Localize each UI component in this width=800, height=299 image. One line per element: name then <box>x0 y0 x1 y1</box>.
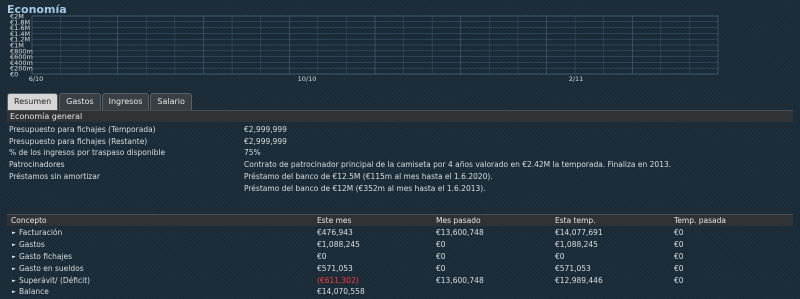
row-concept: Gasto en sueldos <box>19 264 84 273</box>
row-concept: Balance <box>19 287 49 296</box>
general-value-loan-2: Préstamo del banco de €12M (€352m al mes… <box>244 184 486 193</box>
chart-x-tick-label: 6/10 <box>29 75 44 83</box>
economy-chart: €2M€1.8M€1.6M€1.4M€1.2M€1M€800m€600m€400… <box>10 14 719 83</box>
table-row-facturacion[interactable]: ► Facturación €476,943 €13,600,748 €14,0… <box>7 227 793 238</box>
row-mes-pasado: €0 <box>436 240 446 249</box>
row-temp-pasada: €0 <box>674 264 684 273</box>
row-este-mes: €476,943 <box>317 228 353 237</box>
table-row-gastos[interactable]: ► Gastos €1,088,245 €0 €1,088,245 €0 <box>7 239 793 250</box>
row-esta-temp: €12,989,446 <box>555 276 603 285</box>
table-row-gasto-fichajes[interactable]: ► Gasto fichajes €0 €0 €0 €0 <box>7 251 793 262</box>
tab-gastos[interactable]: Gastos <box>59 93 101 110</box>
row-este-mes-negative: (€611,302) <box>317 276 359 285</box>
row-mes-pasado: €13,600,748 <box>436 228 484 237</box>
expand-arrow-icon[interactable]: ► <box>12 266 16 272</box>
general-label-transfer-percent: % de los ingresos por traspaso disponibl… <box>9 148 166 157</box>
row-mes-pasado: €0 <box>436 252 446 261</box>
finance-table-header: Concepto Este mes Mes pasado Esta temp. … <box>7 214 793 226</box>
row-concept: Superávit/ (Déficit) <box>19 276 91 285</box>
expand-arrow-icon[interactable]: ► <box>12 254 16 260</box>
tab-resumen[interactable]: Resumen <box>7 93 59 110</box>
table-row-balance[interactable]: ► Balance €14,070,558 <box>7 286 793 297</box>
row-concept: Gasto fichajes <box>19 252 73 261</box>
chart-y-tick-label: €0 <box>10 71 18 79</box>
general-label-budget-season: Presupuesto para fichajes (Temporada) <box>9 125 156 134</box>
row-este-mes: €571,053 <box>317 264 353 273</box>
expand-arrow-icon[interactable]: ► <box>12 230 16 236</box>
col-header-este-mes[interactable]: Este mes <box>317 216 351 225</box>
tab-bar: Resumen Gastos Ingresos Salario <box>7 93 192 110</box>
row-esta-temp: €571,053 <box>555 264 591 273</box>
row-temp-pasada: €0 <box>674 252 684 261</box>
row-este-mes: €0 <box>317 252 327 261</box>
general-value-transfer-percent: 75% <box>244 148 261 157</box>
tab-ingresos[interactable]: Ingresos <box>101 93 150 110</box>
row-este-mes: €14,070,558 <box>317 287 365 296</box>
general-section-header: Economía general <box>7 110 793 122</box>
row-este-mes: €1,088,245 <box>317 240 360 249</box>
col-header-mes-pasado[interactable]: Mes pasado <box>436 216 481 225</box>
row-mes-pasado: €13,600,748 <box>436 276 484 285</box>
col-header-temp-pasada[interactable]: Temp. pasada <box>674 216 726 225</box>
general-value-sponsors: Contrato de patrocinador principal de la… <box>244 160 672 169</box>
row-esta-temp: €0 <box>555 252 565 261</box>
row-mes-pasado: €0 <box>436 264 446 273</box>
general-value-budget-remaining: €2,999,999 <box>244 137 287 146</box>
table-row-superavit[interactable]: ► Superávit/ (Déficit) (€611,302) €13,60… <box>7 275 793 286</box>
expand-arrow-icon[interactable]: ► <box>12 289 16 295</box>
general-label-loans: Préstamos sin amortizar <box>9 172 100 181</box>
general-label-sponsors: Patrocinadores <box>9 160 65 169</box>
row-esta-temp: €14,077,691 <box>555 228 603 237</box>
general-label-budget-remaining: Presupuesto para fichajes (Restante) <box>9 137 148 146</box>
row-concept: Facturación <box>19 228 63 237</box>
expand-arrow-icon[interactable]: ► <box>12 242 16 248</box>
row-temp-pasada: €0 <box>674 276 684 285</box>
row-esta-temp: €1,088,245 <box>555 240 598 249</box>
table-row-gasto-sueldos[interactable]: ► Gasto en sueldos €571,053 €0 €571,053 … <box>7 263 793 274</box>
row-concept: Gastos <box>19 240 45 249</box>
chart-x-tick-label: 10/10 <box>298 75 317 83</box>
row-temp-pasada: €0 <box>674 240 684 249</box>
col-header-esta-temp[interactable]: Esta temp. <box>555 216 596 225</box>
chart-x-tick-label: 2/11 <box>569 75 584 83</box>
general-value-budget-season: €2,999,999 <box>244 125 287 134</box>
expand-arrow-icon[interactable]: ► <box>12 278 16 284</box>
col-header-concepto[interactable]: Concepto <box>11 216 47 225</box>
tab-salario[interactable]: Salario <box>150 93 192 110</box>
general-value-loan-1: Préstamo del banco de €12.5M (€115m al m… <box>244 172 493 181</box>
row-temp-pasada: €0 <box>674 228 684 237</box>
general-section-title: Economía general <box>10 112 83 121</box>
